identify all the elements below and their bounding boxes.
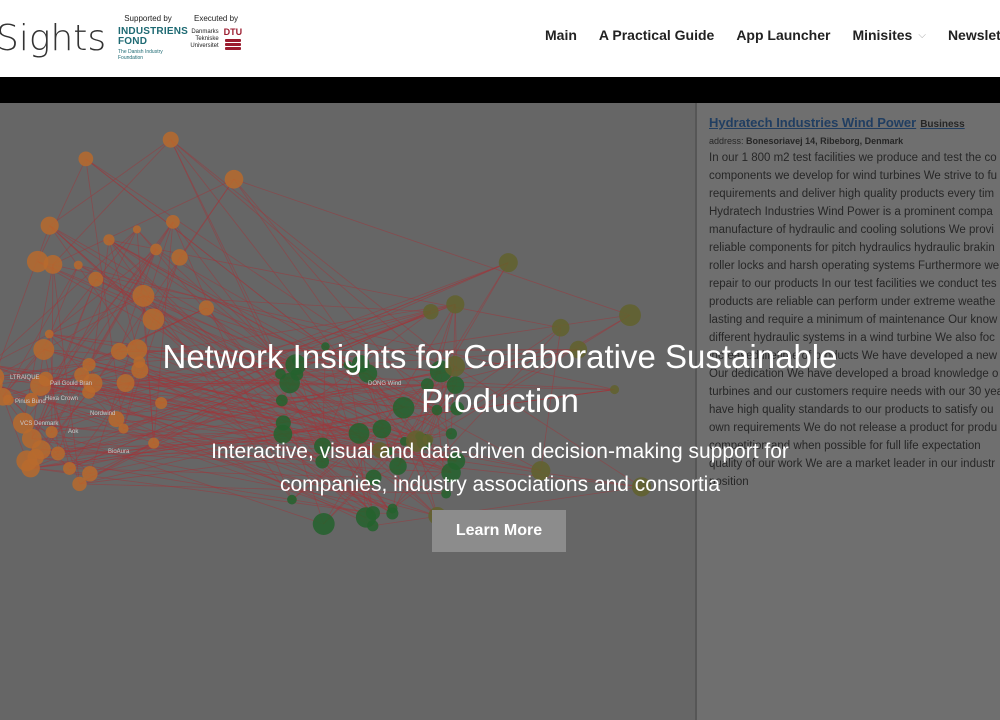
nav-item-newsletter[interactable]: Newsletter <box>948 27 1000 43</box>
nav-item-practical-guide[interactable]: A Practical Guide <box>599 27 714 43</box>
nav-item-label: Minisites <box>852 27 913 43</box>
hero-title: Network Insights for Collaborative Susta… <box>0 335 1000 423</box>
dtu-mark-text: DTU <box>223 27 243 37</box>
dtu-names: Danmarks Tekniske Universitet <box>190 29 218 50</box>
dtu-name-3: Universitet <box>190 43 219 49</box>
nav-item-main[interactable]: Main <box>545 27 577 43</box>
dtu-logo: Danmarks Tekniske Universitet DTU <box>186 27 246 51</box>
nav-item-label: Main <box>545 27 577 43</box>
nav-item-app-launcher[interactable]: App Launcher <box>736 27 830 43</box>
site-header: Sights Supported by INDUSTRIENS FOND The… <box>0 0 1000 77</box>
chevron-down-icon: ⌵ <box>918 29 926 41</box>
hero-subtitle: Interactive, visual and data-driven deci… <box>0 435 1000 501</box>
hero-subtitle-line: Interactive, visual and data-driven deci… <box>211 440 789 463</box>
dtu-bars-icon <box>224 39 242 50</box>
hero-title-line: Production <box>421 382 579 419</box>
nav-item-label: A Practical Guide <box>598 27 715 43</box>
nav-item-label: App Launcher <box>736 27 831 43</box>
hero-title-line: Network Insights for Collaborative Susta… <box>162 338 838 375</box>
hero-subtitle-line: companies, industry associations and con… <box>279 473 721 496</box>
hero-banner: LTRAIQUE Pall Gould Bran Hexa Crown Nordwin… <box>0 103 1000 720</box>
executed-by-label: Executed by <box>193 14 239 23</box>
dtu-name-2: Tekniske <box>195 36 219 42</box>
industriens-fond-logo: INDUSTRIENS FOND The Danish Industry Fou… <box>118 27 188 62</box>
header-divider-strip <box>0 77 1000 103</box>
nav-item-minisites[interactable]: Minisites ⌵ <box>852 27 926 43</box>
dtu-name-1: Danmarks <box>191 29 219 35</box>
dtu-mark: DTU <box>224 27 242 51</box>
executor-logo[interactable]: Executed by Danmarks Tekniske Universite… <box>186 14 246 51</box>
supported-by-label: Supported by <box>124 14 172 23</box>
fond-name-line2: FOND <box>118 36 148 47</box>
main-nav: Main A Practical Guide App Launcher Mini… <box>545 27 1000 43</box>
nav-item-label: Newsletter <box>947 27 1000 43</box>
supporter-logo[interactable]: Supported by INDUSTRIENS FOND The Danish… <box>118 14 188 62</box>
fond-tagline: The Danish Industry Foundation <box>118 49 163 61</box>
site-logo[interactable]: Sights <box>0 18 106 59</box>
learn-more-button[interactable]: Learn More <box>432 510 566 552</box>
